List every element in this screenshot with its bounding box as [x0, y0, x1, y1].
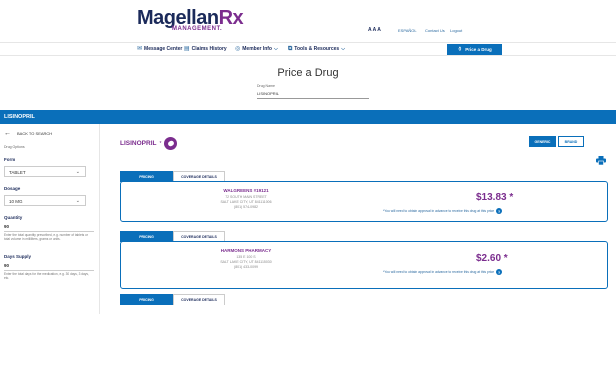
quantity-input[interactable]: 90: [4, 224, 9, 229]
approval-note: *You will need to obtain approval in adv…: [383, 269, 503, 275]
approval-note-text: *You will need to obtain approval in adv…: [383, 270, 495, 274]
tools-icon: ⧉: [288, 45, 293, 52]
days-supply-input[interactable]: 90: [4, 263, 9, 268]
pharmacy-card-1: WALGREENS #19121 72 SOUTH MAIN STREET SA…: [120, 181, 608, 222]
question-icon[interactable]: ?: [496, 208, 503, 214]
back-to-search-link[interactable]: ← BACK TO SEARCH: [4, 129, 52, 137]
nav-member-info[interactable]: ◎ Member Info ⌵: [235, 45, 278, 53]
days-supply-underline: [4, 270, 94, 271]
days-supply-label: Days Supply: [4, 254, 32, 259]
drug-title-mark: *: [159, 140, 162, 147]
page-title: Price a Drug: [277, 67, 339, 79]
printer-icon[interactable]: [596, 156, 606, 165]
drug-name-label: Drug Name: [257, 84, 275, 88]
dosage-label: Dosage: [4, 186, 21, 191]
nav-tools-resources[interactable]: ⧉ Tools & Resources ⌵: [288, 45, 346, 53]
quantity-label: Quantity: [4, 215, 23, 220]
chevron-down-icon: ⌵: [341, 46, 346, 52]
drug-options-label: Drug Options: [4, 145, 25, 149]
text-size-control[interactable]: A A A: [368, 27, 381, 33]
magellan-rx-logo[interactable]: MagellanRx MANAGEMENT.: [137, 7, 244, 32]
drug-title: LISINOPRIL *: [120, 137, 178, 150]
pharmacy-phone: (801) 433-0099: [234, 265, 258, 269]
chevron-down-icon: ⌄: [75, 198, 80, 204]
nav-claims-history[interactable]: ▤ Claims History: [184, 45, 227, 53]
pill-icon: [164, 137, 178, 150]
language-link[interactable]: ESPAÑOL: [398, 28, 417, 33]
result-tabs-3: PRICING COVERAGE DETAILS: [120, 294, 225, 305]
pharmacy-price: $13.83 *: [476, 192, 514, 203]
nav-price-a-drug[interactable]: ⚱ Price a Drug: [447, 44, 502, 55]
question-icon[interactable]: ?: [496, 269, 503, 275]
chevron-down-icon: ⌄: [75, 169, 80, 175]
drug-options-sidebar: ← BACK TO SEARCH Drug Options Form TABLE…: [0, 124, 100, 314]
brand-toggle-button[interactable]: BRAND: [558, 136, 584, 147]
logo-brand-sub: MANAGEMENT.: [172, 26, 223, 32]
site-header: MagellanRx MANAGEMENT. A A A ESPAÑOL Con…: [0, 0, 616, 42]
drug-name-input[interactable]: LISINOPRIL: [257, 90, 369, 99]
envelope-icon: ✉: [137, 45, 143, 52]
document-icon: ▤: [184, 45, 190, 52]
dosage-select[interactable]: 10 MG ⌄: [4, 195, 86, 206]
generic-toggle-button[interactable]: GENERIC: [529, 136, 556, 147]
pharmacy-name: HARMONS PHARMACY: [220, 248, 272, 253]
logo-brand-rx: Rx: [218, 7, 244, 29]
contact-us-link[interactable]: Contact Us: [425, 28, 445, 33]
drug-title-name: LISINOPRIL: [120, 140, 157, 147]
approval-note: *You will need to obtain approval in adv…: [383, 208, 503, 214]
quantity-help-text: Enter the total quantity prescribed, e.g…: [4, 233, 88, 241]
days-supply-help-text: Enter the total days for the medication,…: [4, 272, 89, 280]
person-icon: ◎: [235, 45, 241, 52]
form-label: Form: [4, 157, 16, 162]
selected-drug-bar: LISINOPRIL: [0, 110, 616, 124]
logout-link[interactable]: Logout: [450, 28, 462, 33]
main-nav: ✉ Message Center ▤ Claims History ◎ Memb…: [0, 42, 616, 56]
nav-message-center[interactable]: ✉ Message Center: [137, 45, 182, 53]
form-select[interactable]: TABLET ⌄: [4, 166, 86, 177]
arrow-left-icon: ←: [4, 129, 11, 137]
tab-pricing[interactable]: PRICING: [120, 294, 173, 305]
chevron-down-icon: ⌵: [273, 46, 278, 52]
tab-coverage-details[interactable]: COVERAGE DETAILS: [173, 294, 225, 305]
selected-drug-name: LISINOPRIL: [4, 114, 35, 120]
pharmacy-card-2: HARMONS PHARMACY 135 E 100 S SALT LAKE C…: [120, 241, 608, 289]
pharmacy-price: $2.60 *: [476, 253, 508, 264]
quantity-underline: [4, 231, 94, 232]
pill-bottle-icon: ⚱: [457, 47, 463, 53]
pharmacy-name: WALGREENS #19121: [223, 188, 269, 193]
pharmacy-phone: (801) 574-0982: [234, 205, 258, 209]
